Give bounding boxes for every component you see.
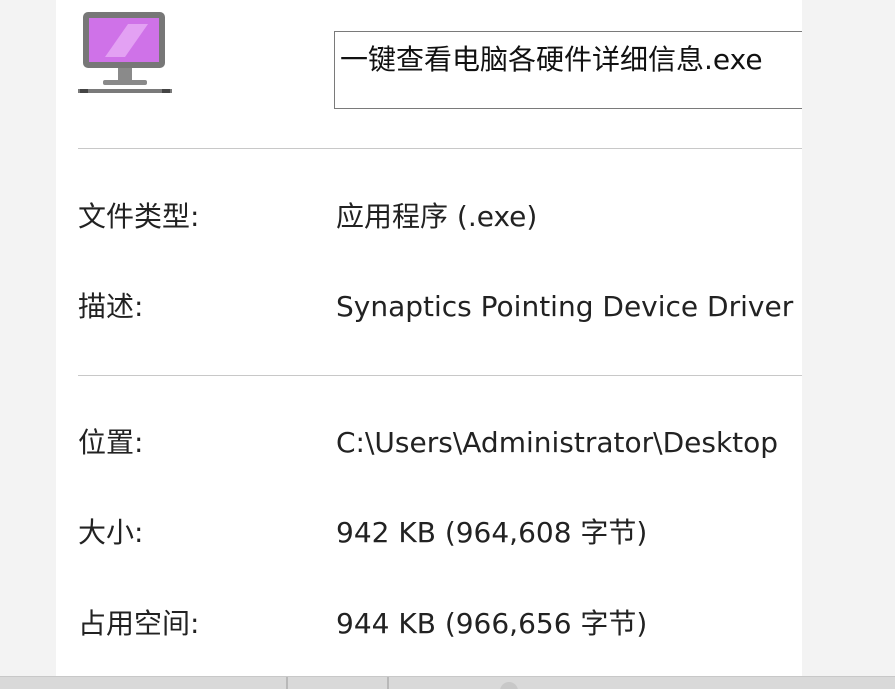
description-value: Synaptics Pointing Device Driver <box>336 290 794 323</box>
taskbar-strip <box>0 676 895 689</box>
file-name-text: 一键查看电脑各硬件详细信息.exe <box>340 43 763 76</box>
file-name-input[interactable]: 一键查看电脑各硬件详细信息.exe <box>334 31 802 109</box>
taskbar-separator-right <box>387 677 389 689</box>
taskbar-separator-left <box>286 677 288 689</box>
divider-top <box>78 148 802 149</box>
file-type-label: 文件类型: <box>78 200 200 233</box>
disk-size-value: 944 KB (966,656 字节) <box>336 607 648 640</box>
screen: 一键查看电脑各硬件详细信息.exe 文件类型: 应用程序 (.exe) 描述: … <box>0 0 895 689</box>
disk-size-label: 占用空间: <box>78 607 200 640</box>
description-label: 描述: <box>78 290 144 323</box>
size-value: 942 KB (964,608 字节) <box>336 516 648 549</box>
divider-middle <box>78 375 802 376</box>
file-properties-dialog: 一键查看电脑各硬件详细信息.exe 文件类型: 应用程序 (.exe) 描述: … <box>56 0 802 676</box>
location-value: C:\Users\Administrator\Desktop <box>336 426 779 459</box>
file-type-value: 应用程序 (.exe) <box>336 200 538 233</box>
location-label: 位置: <box>78 426 144 459</box>
size-label: 大小: <box>78 516 144 549</box>
monitor-icon <box>78 12 172 93</box>
taskbar-indicator-icon <box>500 682 518 689</box>
